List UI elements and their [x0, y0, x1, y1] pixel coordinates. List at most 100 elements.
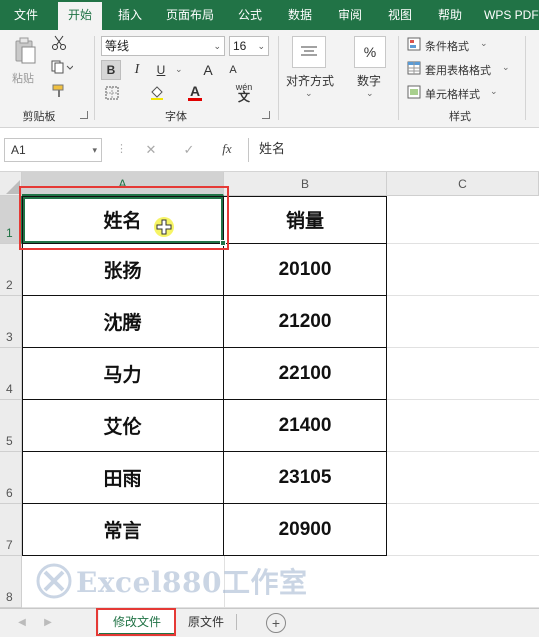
table-cell-sales[interactable]: 21200	[224, 296, 387, 348]
italic-button[interactable]: I	[127, 60, 147, 80]
paste-label[interactable]: 粘贴	[12, 70, 34, 86]
chevron-down-icon: ⌄	[213, 41, 221, 51]
highlight-box	[19, 186, 229, 250]
tab-formulas[interactable]: 公式	[228, 0, 272, 30]
chevron-down-icon: ⌄	[175, 64, 183, 74]
tab-review[interactable]: 审阅	[328, 0, 372, 30]
conditional-format-icon[interactable]	[406, 36, 422, 52]
sheet-tab-original[interactable]: 原文件	[178, 609, 234, 635]
insert-function-button[interactable]: fx	[216, 140, 238, 158]
border-icon[interactable]	[101, 84, 123, 102]
row-header-6[interactable]: 6	[0, 452, 22, 504]
chevron-down-icon: ⌄	[490, 86, 498, 96]
formula-input[interactable]: 姓名	[248, 138, 539, 162]
chevron-down-icon: ⌄	[480, 38, 488, 48]
row-header-8[interactable]: 8	[0, 556, 22, 608]
sheet-divider	[236, 614, 237, 630]
table-format-label[interactable]: 套用表格格式	[425, 62, 491, 78]
number-label[interactable]: 数字	[357, 72, 381, 89]
enter-icon[interactable]: ✓	[180, 142, 198, 158]
row-header-4[interactable]: 4	[0, 348, 22, 400]
drag-handle-icon[interactable]: ⋮	[116, 142, 128, 155]
table-cell-sales[interactable]: 23105	[224, 452, 387, 504]
cell-style-label[interactable]: 单元格样式	[425, 86, 480, 102]
ribbon: 粘贴 剪贴板 等线 ⌄ 16 ⌄ B I U ⌄ A A A wén 文 字体 对齐…	[0, 30, 539, 128]
row-number: 6	[6, 486, 13, 500]
format-painter-icon[interactable]	[48, 82, 70, 100]
table-cell-name[interactable]: 艾伦	[22, 400, 224, 452]
column-header-b[interactable]: B	[224, 172, 387, 196]
row-number: 3	[6, 330, 13, 344]
font-launcher-icon[interactable]	[262, 111, 270, 119]
tab-view[interactable]: 视图	[378, 0, 422, 30]
gridline	[387, 347, 539, 348]
row-number: 5	[6, 434, 13, 448]
phonetic-icon[interactable]: wén 文	[233, 82, 255, 104]
scroll-left-icon[interactable]: ◀	[14, 613, 30, 631]
table-header-cell[interactable]: 销量	[224, 196, 387, 244]
group-divider	[525, 36, 526, 120]
column-header-c[interactable]: C	[387, 172, 539, 196]
tab-data[interactable]: 数据	[278, 0, 322, 30]
gridline	[387, 503, 539, 504]
number-format-button[interactable]: %	[354, 36, 386, 68]
table-cell-sales[interactable]: 20900	[224, 504, 387, 556]
gridline	[387, 451, 539, 452]
chevron-down-icon: ⌄	[502, 62, 510, 72]
grow-font-button[interactable]: A	[198, 60, 218, 80]
alignment-label[interactable]: 对齐方式	[286, 72, 334, 89]
gridline	[387, 399, 539, 400]
fill-color-icon[interactable]	[146, 84, 168, 102]
tab-insert[interactable]: 插入	[108, 0, 152, 30]
underline-button[interactable]: U	[151, 60, 171, 80]
group-divider	[398, 36, 399, 120]
tab-wps-pdf[interactable]: WPS PDF	[478, 0, 539, 30]
row-number: 8	[6, 590, 13, 604]
conditional-format-label[interactable]: 条件格式	[425, 38, 469, 54]
cell-style-icon[interactable]	[406, 84, 422, 100]
add-sheet-icon[interactable]: +	[266, 613, 286, 633]
font-color-button[interactable]: A	[184, 82, 206, 102]
paste-icon[interactable]	[8, 36, 42, 66]
tab-help[interactable]: 帮助	[428, 0, 472, 30]
table-cell-name[interactable]: 沈腾	[22, 296, 224, 348]
chevron-down-icon: ⌄	[257, 41, 265, 51]
clipboard-launcher-icon[interactable]	[80, 111, 88, 119]
table-cell-name[interactable]: 田雨	[22, 452, 224, 504]
alignment-icon[interactable]	[292, 36, 326, 68]
table-cell-sales[interactable]: 22100	[224, 348, 387, 400]
table-cell-sales[interactable]: 21400	[224, 400, 387, 452]
row-header-5[interactable]: 5	[0, 400, 22, 452]
plus-cursor-icon	[156, 219, 172, 235]
tab-page-layout[interactable]: 页面布局	[158, 0, 222, 30]
gridline	[387, 243, 539, 244]
row-header-2[interactable]: 2	[0, 244, 22, 296]
shrink-font-button[interactable]: A	[223, 60, 243, 80]
sheet-highlight-box	[96, 608, 176, 636]
row-header-7[interactable]: 7	[0, 504, 22, 556]
bold-button[interactable]: B	[101, 60, 121, 80]
ribbon-tab-bar: 文件 开始 插入 页面布局 公式 数据 审阅 视图 帮助 WPS PDF	[0, 0, 539, 30]
scroll-right-icon[interactable]: ▶	[40, 613, 56, 631]
table-cell-name[interactable]: 马力	[22, 348, 224, 400]
tab-home[interactable]: 开始	[58, 2, 102, 30]
table-format-icon[interactable]	[406, 60, 422, 76]
phonetic-glyph: 文	[237, 90, 250, 104]
name-box[interactable]: A1 ▾	[4, 138, 102, 162]
font-size-select[interactable]: 16 ⌄	[229, 36, 269, 56]
table-cell-name[interactable]: 张扬	[22, 244, 224, 296]
copy-icon[interactable]	[48, 58, 76, 76]
tab-file[interactable]: 文件	[0, 0, 52, 30]
chevron-down-icon: ⌄	[366, 88, 374, 98]
chevron-down-icon: ▾	[92, 145, 97, 155]
row-header-3[interactable]: 3	[0, 296, 22, 348]
table-cell-name[interactable]: 常言	[22, 504, 224, 556]
watermark-text: Excel880工作室	[76, 566, 308, 599]
cancel-icon[interactable]: ✕	[142, 142, 160, 158]
font-name-select[interactable]: 等线 ⌄	[101, 36, 225, 56]
table-cell-sales[interactable]: 20100	[224, 244, 387, 296]
font-name-value: 等线	[105, 39, 130, 53]
watermark: Excel880工作室	[36, 561, 307, 601]
cut-icon[interactable]	[48, 34, 70, 52]
chevron-down-icon: ⌄	[305, 88, 313, 98]
